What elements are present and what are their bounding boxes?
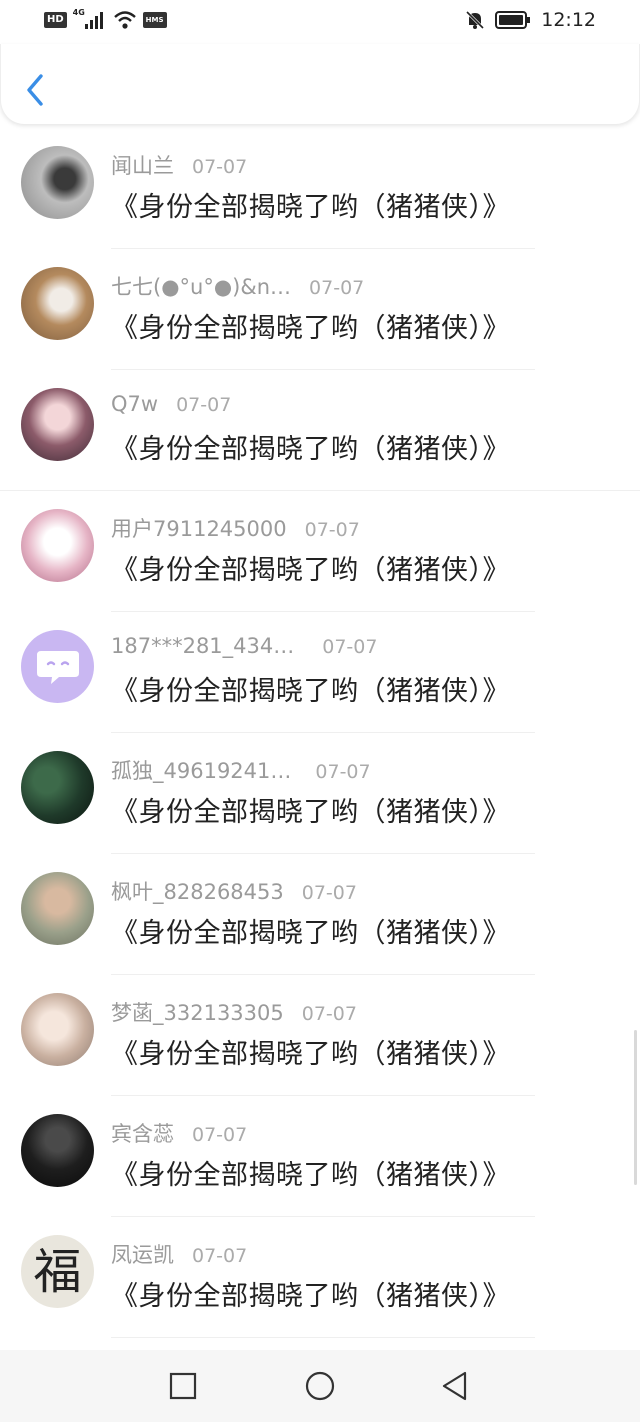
comment-text: 《身份全部揭晓了哟（猪猪侠）》 (111, 797, 510, 828)
cellular-signal-icon: 4G (72, 8, 107, 30)
comment-date: 07-07 (301, 882, 357, 904)
header-bar (0, 44, 640, 124)
comment-text: 《身份全部揭晓了哟（猪猪侠）》 (111, 313, 510, 344)
status-bar: HD 4G HMS 12:12 (0, 0, 640, 44)
username[interactable]: 孤独_49619241… (111, 755, 291, 785)
battery-icon (495, 11, 531, 29)
comment-text: 《身份全部揭晓了哟（猪猪侠）》 (111, 192, 510, 223)
user-avatar[interactable] (21, 630, 94, 703)
comment-text: 《身份全部揭晓了哟（猪猪侠）》 (111, 1039, 510, 1070)
chevron-left-icon (27, 74, 43, 106)
comment-date: 07-07 (301, 1003, 357, 1025)
comment-item[interactable]: 梦菡_332133305 07-07 《身份全部揭晓了哟（猪猪侠）》 (0, 975, 640, 1096)
comment-date: 07-07 (192, 1245, 248, 1267)
user-avatar[interactable] (21, 993, 94, 1066)
username[interactable]: 闻山兰 (111, 150, 174, 180)
user-avatar[interactable]: 福 (21, 1235, 94, 1308)
username[interactable]: 宾含蕊 (111, 1118, 174, 1148)
comment-item[interactable]: 孤独_49619241… 07-07 《身份全部揭晓了哟（猪猪侠）》 (0, 733, 640, 854)
chat-bubble-icon (36, 650, 79, 684)
comment-item[interactable]: 宾含蕊 07-07 《身份全部揭晓了哟（猪猪侠）》 (0, 1096, 640, 1217)
comment-date: 07-07 (322, 636, 378, 658)
comment-date: 07-07 (176, 394, 232, 416)
comment-date: 07-07 (192, 1124, 248, 1146)
comment-item[interactable]: 福 凤运凯 07-07 《身份全部揭晓了哟（猪猪侠）》 (0, 1217, 640, 1338)
user-avatar[interactable] (21, 146, 94, 219)
divider (111, 1337, 535, 1338)
comment-item[interactable]: 用户7911245000 07-07 《身份全部揭晓了哟（猪猪侠）》 (0, 491, 640, 612)
comment-text: 《身份全部揭晓了哟（猪猪侠）》 (111, 1281, 510, 1312)
comment-item[interactable]: 187***281_434… 07-07 《身份全部揭晓了哟（猪猪侠）》 (0, 612, 640, 733)
wifi-icon (113, 11, 136, 29)
username[interactable]: 枫叶_828268453 (111, 876, 284, 906)
user-avatar[interactable] (21, 872, 94, 945)
comment-text: 《身份全部揭晓了哟（猪猪侠）》 (111, 555, 510, 586)
user-avatar[interactable] (21, 751, 94, 824)
fu-character-icon: 福 (33, 1243, 82, 1300)
comment-text: 《身份全部揭晓了哟（猪猪侠）》 (111, 1160, 510, 1191)
hms-badge: HMS (142, 12, 167, 28)
recent-apps-button[interactable] (167, 1370, 199, 1402)
bell-off-icon (466, 10, 485, 30)
network-type-label: 4G (72, 8, 85, 17)
hd-badge: HD (44, 12, 67, 28)
username[interactable]: 用户7911245000 (111, 513, 287, 543)
back-button[interactable] (19, 70, 53, 110)
user-avatar[interactable] (21, 388, 94, 461)
user-avatar[interactable] (21, 509, 94, 582)
comment-date: 07-07 (315, 761, 371, 783)
username[interactable]: 梦菡_332133305 (111, 997, 284, 1027)
clock: 12:12 (541, 9, 596, 31)
square-icon (169, 1372, 197, 1400)
comment-text: 《身份全部揭晓了哟（猪猪侠）》 (111, 434, 510, 465)
username[interactable]: Q7w (111, 392, 158, 416)
comment-item[interactable]: 枫叶_828268453 07-07 《身份全部揭晓了哟（猪猪侠）》 (0, 854, 640, 975)
scrollbar[interactable] (634, 1030, 637, 1185)
user-avatar[interactable] (21, 1114, 94, 1187)
comment-date: 07-07 (304, 519, 360, 541)
comment-item[interactable]: Q7w 07-07 《身份全部揭晓了哟（猪猪侠）》 (0, 370, 640, 491)
comment-item[interactable]: 闻山兰 07-07 《身份全部揭晓了哟（猪猪侠）》 (0, 128, 640, 249)
comment-date: 07-07 (192, 156, 248, 178)
username[interactable]: 凤运凯 (111, 1239, 174, 1269)
comment-item[interactable]: 七七(●°u°●)&n… 07-07 《身份全部揭晓了哟（猪猪侠）》 (0, 249, 640, 370)
user-avatar[interactable] (21, 267, 94, 340)
username[interactable]: 187***281_434… (111, 634, 294, 658)
comment-text: 《身份全部揭晓了哟（猪猪侠）》 (111, 676, 510, 707)
comment-text: 《身份全部揭晓了哟（猪猪侠）》 (111, 918, 510, 949)
comment-date: 07-07 (309, 277, 365, 299)
system-nav-bar (0, 1350, 640, 1422)
home-button[interactable] (303, 1370, 335, 1402)
username[interactable]: 七七(●°u°●)&n… (111, 271, 291, 301)
circle-icon (305, 1371, 335, 1401)
nav-back-button[interactable] (439, 1370, 471, 1402)
triangle-back-icon (442, 1371, 467, 1401)
